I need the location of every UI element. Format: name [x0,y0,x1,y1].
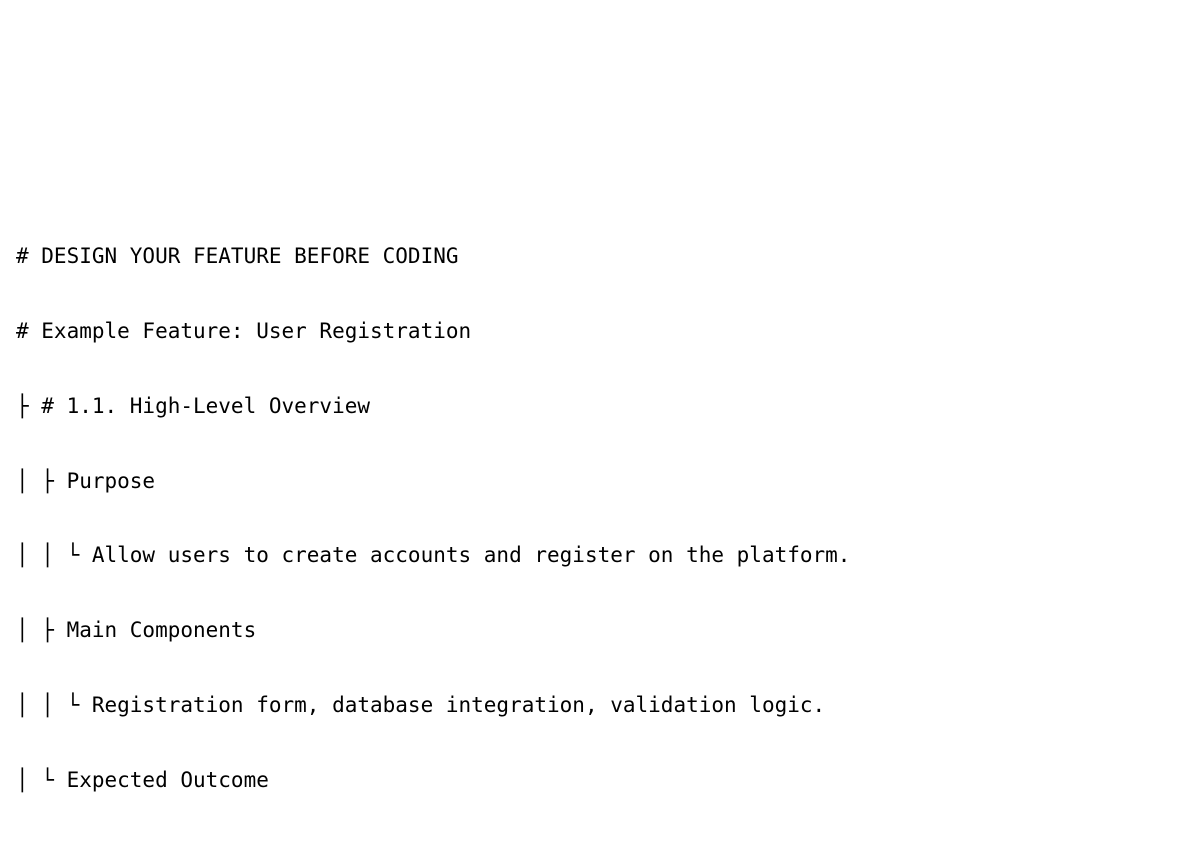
tree-line: # DESIGN YOUR FEATURE BEFORE CODING [16,238,1192,275]
tree-line: │ │ └ Registration form, database integr… [16,687,1192,724]
tree-line: # Example Feature: User Registration [16,313,1192,350]
tree-line: │ ├ Purpose [16,463,1192,500]
tree-line: ├ # 1.1. High-Level Overview [16,388,1192,425]
document-tree: # DESIGN YOUR FEATURE BEFORE CODING # Ex… [0,187,1192,841]
tree-line: │ │ └ Allow users to create accounts and… [16,537,1192,574]
tree-line: │ └ Successful user registration with st… [16,836,1192,841]
tree-line: │ ├ Main Components [16,612,1192,649]
tree-line: │ └ Expected Outcome [16,762,1192,799]
